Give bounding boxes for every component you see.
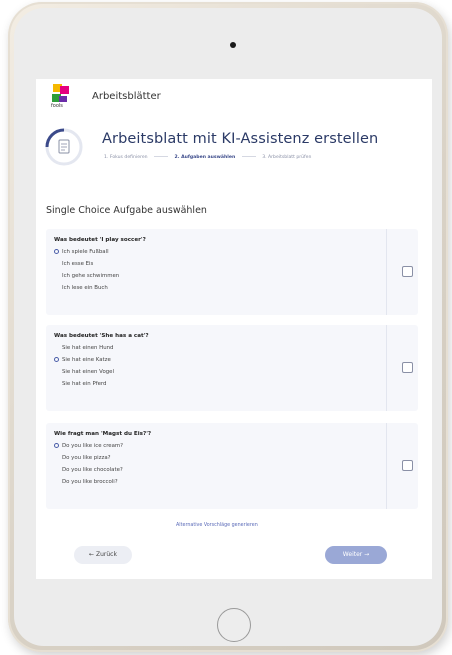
wizard-steps: 1. Fokus definieren 2. Aufgaben auswähle… <box>104 155 311 160</box>
option[interactable]: Ich gehe schwimmen <box>54 273 119 279</box>
option[interactable]: Ich esse Eis <box>54 261 93 267</box>
radio-icon <box>54 479 59 484</box>
option[interactable]: Ich spiele Fußball <box>54 249 109 255</box>
select-question-checkbox[interactable] <box>402 266 413 277</box>
question-text: Was bedeutet 'She has a cat'? <box>54 333 149 339</box>
radio-icon <box>54 273 59 278</box>
select-question-checkbox[interactable] <box>402 460 413 471</box>
generate-alternatives-link[interactable]: Alternative Vorschläge generieren <box>176 523 258 528</box>
home-button[interactable] <box>217 608 251 642</box>
select-question-checkbox[interactable] <box>402 362 413 373</box>
radio-icon <box>54 285 59 290</box>
section-title: Single Choice Aufgabe auswählen <box>46 205 207 216</box>
radio-selected-icon <box>54 443 59 448</box>
radio-icon <box>54 381 59 386</box>
app-screen: fools Arbeitsblätter Arbeitsblatt mit KI… <box>36 79 432 579</box>
next-button[interactable]: Weiter → <box>325 546 387 564</box>
option[interactable]: Ich lese ein Buch <box>54 285 108 291</box>
radio-selected-icon <box>54 357 59 362</box>
question-text: Wie fragt man 'Magst du Eis?'? <box>54 431 152 437</box>
option[interactable]: Sie hat eine Katze <box>54 357 111 363</box>
card-divider <box>386 325 387 411</box>
back-button[interactable]: ← Zurück <box>74 546 132 564</box>
radio-icon <box>54 345 59 350</box>
card-divider <box>386 229 387 315</box>
radio-icon <box>54 467 59 472</box>
app-title: Arbeitsblätter <box>92 91 161 102</box>
option[interactable]: Do you like ice cream? <box>54 443 123 449</box>
step-divider <box>154 156 169 157</box>
question-text: Was bedeutet 'I play soccer'? <box>54 237 146 243</box>
question-card: Was bedeutet 'I play soccer'? Ich spiele… <box>46 229 418 315</box>
step-3[interactable]: 3. Arbeitsblatt prüfen <box>262 155 311 160</box>
document-progress-icon <box>45 128 83 166</box>
question-card: Wie fragt man 'Magst du Eis?'? Do you li… <box>46 423 418 509</box>
option[interactable]: Do you like pizza? <box>54 455 110 461</box>
page-title: Arbeitsblatt mit KI-Assistenz erstellen <box>102 131 379 147</box>
top-bar: fools Arbeitsblätter <box>36 79 432 119</box>
app-logo: fools <box>51 82 73 112</box>
radio-selected-icon <box>54 249 59 254</box>
step-2[interactable]: 2. Aufgaben auswählen <box>175 155 236 160</box>
option[interactable]: Sie hat ein Pferd <box>54 381 106 387</box>
option[interactable]: Sie hat einen Hund <box>54 345 113 351</box>
card-divider <box>386 423 387 509</box>
option[interactable]: Sie hat einen Vogel <box>54 369 114 375</box>
radio-icon <box>54 369 59 374</box>
question-card: Was bedeutet 'She has a cat'? Sie hat ei… <box>46 325 418 411</box>
step-divider <box>241 156 256 157</box>
radio-icon <box>54 455 59 460</box>
step-1[interactable]: 1. Fokus definieren <box>104 155 148 160</box>
logo-text: fools <box>51 103 63 109</box>
option[interactable]: Do you like broccoli? <box>54 479 118 485</box>
camera-icon <box>230 42 236 48</box>
radio-icon <box>54 261 59 266</box>
option[interactable]: Do you like chocolate? <box>54 467 123 473</box>
